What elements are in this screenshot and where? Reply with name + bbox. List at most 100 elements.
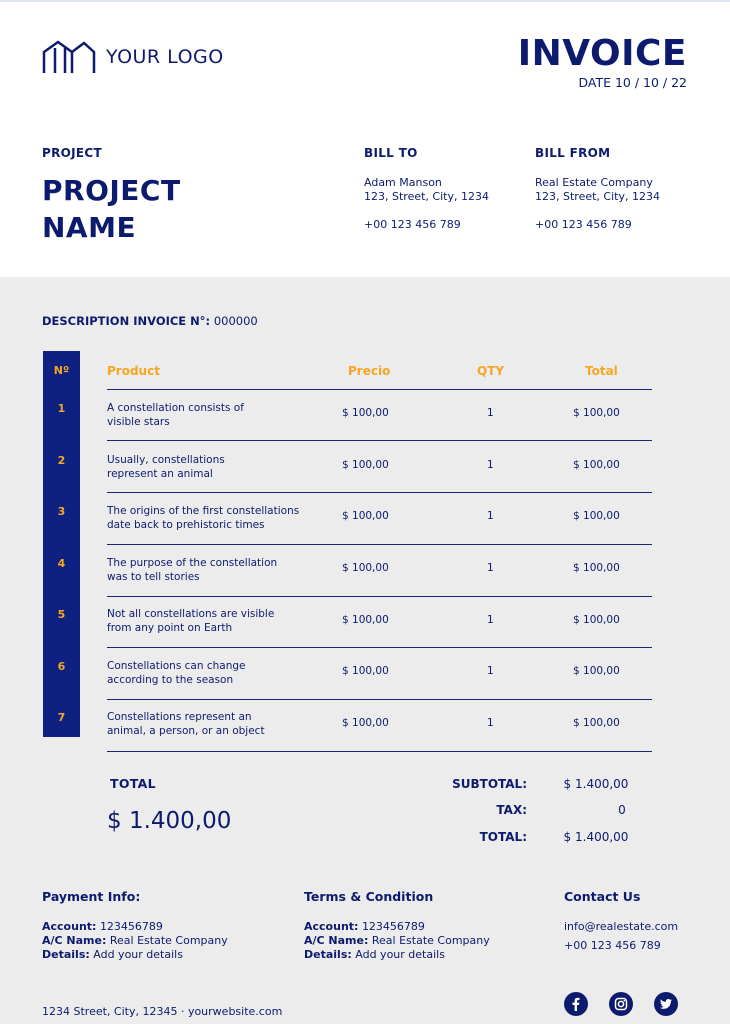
payment-ac-name-label: A/C Name: [42,934,107,947]
row-price: $ 100,00 [342,459,389,471]
row-number: 6 [57,660,66,673]
subtotal-value: $ 1.400,00 [563,777,629,791]
table-divider [107,440,652,441]
payment-account-label: Account: [42,920,97,933]
row-total: $ 100,00 [573,510,620,522]
product-line: Constellations represent an [107,711,252,723]
row-number: 2 [57,454,66,467]
product-line: The origins of the first constellations [107,505,300,517]
terms-details: Details: Add your details [304,948,445,962]
payment-details: Details: Add your details [42,948,183,962]
bill-from-name: Real Estate Company [535,176,653,189]
payment-details-value: Add your details [93,948,183,961]
contact-phone: +00 123 456 789 [564,939,661,952]
contact-email[interactable]: info@realestate.com [564,920,678,934]
payment-account: Account: 123456789 [42,920,163,934]
payment-ac-name: A/C Name: Real Estate Company [42,934,228,948]
terms-title: Terms & Condition [304,889,434,904]
facebook-icon[interactable] [564,992,588,1016]
bill-to-address: 123, Street, City, 1234 [364,190,489,203]
product-line: Usually, constellations [107,454,225,466]
table-row-product: Usually, constellations represent an ani… [107,454,317,481]
table-divider [107,389,652,390]
total-label: TOTAL [110,776,156,791]
num-column-header: Nº [53,364,70,377]
description-label: DESCRIPTION INVOICE N°: [42,314,211,328]
table-row-product: The purpose of the constellation was to … [107,557,317,584]
payment-details-label: Details: [42,948,90,961]
description-invoice-number: DESCRIPTION INVOICE N°: 000000 [42,314,258,328]
payment-ac-name-value: Real Estate Company [109,934,228,947]
row-total: $ 100,00 [573,665,620,677]
terms-details-value: Add your details [355,948,445,961]
table-divider [107,596,652,597]
project-name-line1: PROJECT [42,174,181,207]
terms-ac-name-label: A/C Name: [304,934,369,947]
row-price: $ 100,00 [342,510,389,522]
grand-total-value: $ 1.400,00 [563,830,629,844]
payment-account-value: 123456789 [99,920,163,933]
row-total: $ 100,00 [573,717,620,729]
grand-total-label: TOTAL: [479,830,527,844]
row-price: $ 100,00 [342,562,389,574]
total-column-header: Total [585,364,618,378]
building-logo-icon [42,40,96,74]
bill-from-address: 123, Street, City, 1234 [535,190,660,203]
row-price: $ 100,00 [342,717,389,729]
product-column-header: Product [107,364,160,378]
row-number: 5 [57,608,66,621]
project-name-line2: NAME [42,211,137,244]
terms-ac-name-value: Real Estate Company [371,934,490,947]
product-line: A constellation consists of [107,402,244,414]
table-divider [107,544,652,545]
row-total: $ 100,00 [573,459,620,471]
product-line: Constellations can change [107,660,246,672]
qty-column-header: QTY [477,364,505,378]
contact-title: Contact Us [564,889,641,904]
terms-account-label: Account: [304,920,359,933]
table-divider [107,699,652,700]
row-qty: 1 [487,407,494,419]
terms-account: Account: 123456789 [304,920,425,934]
logo-text: YOUR LOGO [106,46,224,68]
bill-to-phone: +00 123 456 789 [364,218,461,231]
table-row-product: Constellations represent an animal, a pe… [107,711,317,738]
row-total: $ 100,00 [573,614,620,626]
terms-details-label: Details: [304,948,352,961]
invoice-number: 000000 [213,314,258,328]
product-line: was to tell stories [107,570,200,583]
row-total: $ 100,00 [573,407,620,419]
row-price: $ 100,00 [342,614,389,626]
row-number: 4 [57,557,66,570]
logo: YOUR LOGO [42,40,224,74]
tax-label: TAX: [496,803,527,817]
bill-from-label: BILL FROM [535,146,611,160]
table-row-product: Constellations can change according to t… [107,660,317,687]
table-divider [107,492,652,493]
row-number: 7 [57,711,66,724]
invoice-date: DATE 10 / 10 / 22 [578,75,687,90]
row-qty: 1 [487,562,494,574]
table-row-product: The origins of the first constellations … [107,505,317,532]
row-price: $ 100,00 [342,407,389,419]
tax-value: 0 [618,803,626,817]
product-line: Not all constellations are visible [107,608,275,620]
product-line: visible stars [107,415,170,428]
price-column-header: Precio [348,364,391,378]
row-total: $ 100,00 [573,562,620,574]
project-label: PROJECT [42,146,102,160]
terms-account-value: 123456789 [361,920,425,933]
row-number: 1 [57,402,66,415]
payment-info-title: Payment Info: [42,889,141,904]
table-divider [107,751,652,752]
instagram-icon[interactable] [609,992,633,1016]
twitter-icon[interactable] [654,992,678,1016]
row-qty: 1 [487,510,494,522]
row-price: $ 100,00 [342,665,389,677]
product-line: animal, a person, or an object [107,724,265,737]
row-qty: 1 [487,614,494,626]
invoice-title: INVOICE [517,33,687,74]
product-line: date back to prehistoric times [107,518,265,531]
row-qty: 1 [487,665,494,677]
table-row-product: Not all constellations are visible from … [107,608,317,635]
